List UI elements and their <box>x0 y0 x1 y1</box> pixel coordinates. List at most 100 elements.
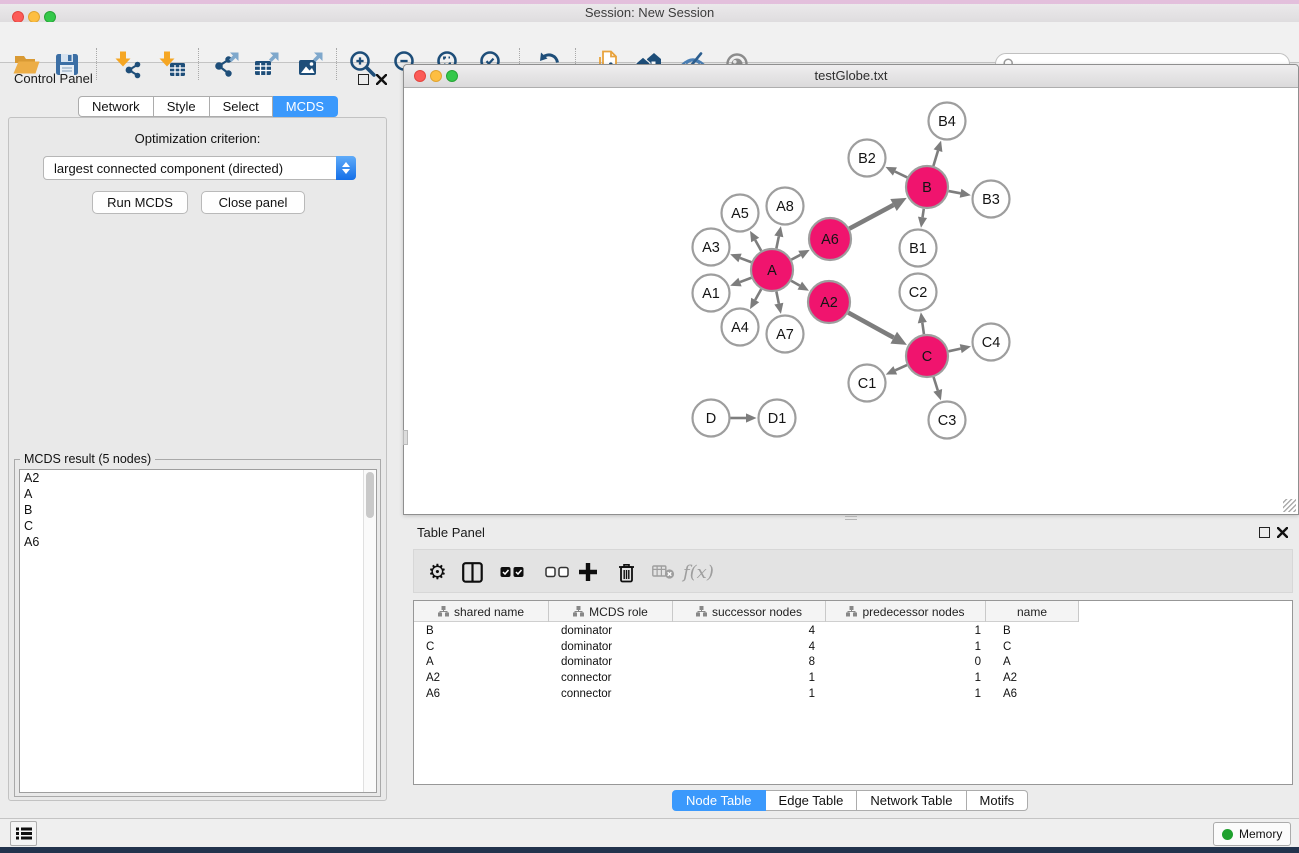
toolbar-separator <box>336 48 337 80</box>
add-column-icon[interactable] <box>578 550 598 594</box>
control-panel-float-icon[interactable] <box>358 74 369 85</box>
mcds-result-list: A2 A B C A6 <box>19 469 377 793</box>
graph-edge-A-A3[interactable] <box>740 258 751 262</box>
close-panel-button[interactable]: Close panel <box>201 191 305 214</box>
column-header-predecessor-nodes[interactable]: predecessor nodes <box>826 601 986 622</box>
tab-select[interactable]: Select <box>210 96 273 117</box>
tab-node-table[interactable]: Node Table <box>672 790 766 811</box>
run-mcds-button[interactable]: Run MCDS <box>92 191 188 214</box>
graph-node-label: C1 <box>858 376 877 392</box>
list-item[interactable]: C <box>20 518 376 534</box>
graph-edge-arrowhead <box>730 254 741 263</box>
list-item[interactable]: A <box>20 486 376 502</box>
graph-edge-A-A1[interactable] <box>740 278 751 282</box>
graph-node-label: D1 <box>768 411 787 427</box>
mcds-result-title: MCDS result (5 nodes) <box>20 452 155 466</box>
network-maximize-button[interactable] <box>446 70 458 82</box>
tab-motifs[interactable]: Motifs <box>967 790 1029 811</box>
select-all-checkboxes-icon[interactable] <box>500 550 524 594</box>
window-resize-grip[interactable] <box>1283 499 1296 512</box>
graph-edge-A-A2[interactable] <box>791 281 800 286</box>
graph-node-label: A1 <box>702 286 720 302</box>
table-row[interactable]: Cdominator41C <box>414 639 1292 655</box>
graph-node-label: A <box>767 263 777 279</box>
memory-status-icon <box>1222 829 1233 840</box>
column-header-name[interactable]: name <box>986 601 1079 622</box>
graph-edge-A2-C[interactable] <box>848 313 893 338</box>
graph-edge-arrowhead <box>774 303 783 314</box>
graph-edge-C-C4[interactable] <box>948 349 960 352</box>
list-item[interactable]: A2 <box>20 470 376 486</box>
table-row[interactable]: Adominator80A <box>414 655 1292 671</box>
export-network-icon[interactable] <box>212 49 242 79</box>
network-close-button[interactable] <box>414 70 426 82</box>
delete-column-icon[interactable] <box>617 550 636 594</box>
graph-edge-B-B1[interactable] <box>923 209 924 218</box>
graph-edge-A-A6[interactable] <box>791 255 800 260</box>
graph-edge-A-A8[interactable] <box>776 236 778 248</box>
tab-mcds[interactable]: MCDS <box>273 96 338 117</box>
main-titlebar: Session: New Session <box>0 4 1299 22</box>
table-panel-tabs: Node Table Edge Table Network Table Moti… <box>672 790 1028 811</box>
control-panel-close-icon[interactable] <box>376 74 387 85</box>
export-table-icon[interactable] <box>252 49 282 79</box>
graph-node-label: A7 <box>776 327 794 343</box>
table-panel-close-icon[interactable] <box>1277 527 1288 538</box>
graph-edge-B-B4[interactable] <box>933 151 938 166</box>
tab-network[interactable]: Network <box>78 96 154 117</box>
list-item[interactable]: B <box>20 502 376 518</box>
optimization-criterion-label: Optimization criterion: <box>8 131 387 146</box>
graph-edge-C-C2[interactable] <box>922 323 924 335</box>
show-panels-button[interactable] <box>10 821 37 846</box>
horizontal-splitter-grip[interactable] <box>845 516 857 520</box>
graph-edge-C-C3[interactable] <box>934 377 938 390</box>
graph-node-label: B <box>922 180 932 196</box>
table-panel-float-icon[interactable] <box>1259 527 1270 538</box>
import-table-icon[interactable] <box>156 49 186 79</box>
graph-node-label: A8 <box>776 199 794 215</box>
import-network-icon[interactable] <box>112 49 142 79</box>
table-row[interactable]: A2connector11A2 <box>414 670 1292 686</box>
splitter-grip[interactable] <box>403 430 408 445</box>
column-header-successor-nodes[interactable]: successor nodes <box>673 601 826 622</box>
table-row[interactable]: Bdominator41B <box>414 623 1292 639</box>
graph-node-label: C3 <box>938 413 957 429</box>
memory-button[interactable]: Memory <box>1213 822 1291 846</box>
network-minimize-button[interactable] <box>430 70 442 82</box>
graph-edge-B-B3[interactable] <box>949 191 961 193</box>
table-row[interactable]: A6connector11A6 <box>414 686 1292 702</box>
table-body: Bdominator41B Cdominator41C Adominator80… <box>414 623 1292 702</box>
graph-edge-A-A7[interactable] <box>776 292 778 304</box>
table-panel-title: Table Panel <box>417 525 485 540</box>
criterion-dropdown[interactable]: largest connected component (directed) <box>43 156 356 180</box>
network-view-window: testGlobe.txt B4B2BB3A5A8A6B1A3AC2A1A2A4… <box>403 64 1299 515</box>
column-header-shared-name[interactable]: shared name <box>414 601 549 622</box>
graph-edge-arrowhead <box>746 413 757 422</box>
tab-edge-table[interactable]: Edge Table <box>766 790 858 811</box>
graph-edge-C-C1[interactable] <box>895 365 907 370</box>
delete-table-icon[interactable] <box>652 550 675 594</box>
list-item[interactable]: A6 <box>20 534 376 550</box>
graph-edge-A-A4[interactable] <box>755 289 761 300</box>
graph-node-label: B4 <box>938 114 956 130</box>
graph-edge-arrowhead <box>918 312 927 323</box>
deselect-all-checkboxes-icon[interactable] <box>545 550 569 594</box>
tab-network-table[interactable]: Network Table <box>857 790 966 811</box>
graph-node-label: C4 <box>982 335 1001 351</box>
graph-edge-A6-B[interactable] <box>849 205 893 229</box>
tab-style[interactable]: Style <box>154 96 210 117</box>
column-header-mcds-role[interactable]: MCDS role <box>549 601 673 622</box>
graph-edge-A-A5[interactable] <box>755 240 761 251</box>
graph-node-label: D <box>706 411 716 427</box>
graph-edge-B-B2[interactable] <box>895 171 907 177</box>
table-toolbar: ⚙ f(x) <box>413 549 1293 593</box>
function-builder-icon[interactable]: f(x) <box>683 550 714 594</box>
graph-node-label: A3 <box>702 240 720 256</box>
column-type-icon <box>573 606 584 617</box>
export-image-icon[interactable] <box>296 49 326 79</box>
table-options-icon[interactable]: ⚙ <box>428 550 447 594</box>
network-canvas[interactable]: B4B2BB3A5A8A6B1A3AC2A1A2A4A7C4CC1C3DD1 <box>404 88 1297 514</box>
result-scrollbar[interactable] <box>363 470 376 792</box>
column-panel-icon[interactable] <box>462 550 483 594</box>
graph-edge-arrowhead <box>960 189 971 198</box>
